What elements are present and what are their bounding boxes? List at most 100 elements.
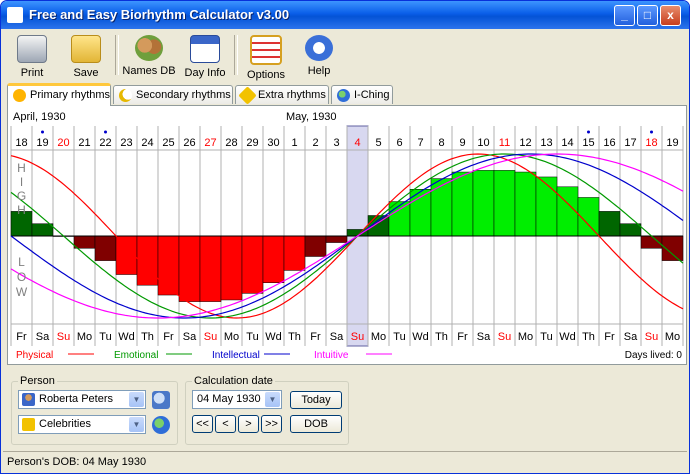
date-label: 5 bbox=[375, 137, 381, 149]
weekday-label: Wd bbox=[412, 331, 429, 343]
date-label: 17 bbox=[624, 137, 636, 149]
tab-label: I-Ching bbox=[354, 89, 390, 101]
names-db-button[interactable]: Names DB bbox=[121, 33, 177, 79]
help-icon bbox=[305, 35, 333, 61]
date-label: 18 bbox=[15, 137, 27, 149]
save-button[interactable]: Save bbox=[62, 33, 110, 79]
person-select[interactable]: Roberta Peters ▼ bbox=[18, 390, 146, 409]
person-group: Person Roberta Peters ▼ Celebrities ▼ bbox=[11, 375, 178, 445]
sun-icon bbox=[13, 89, 26, 102]
weekday-label: Su bbox=[645, 331, 658, 343]
weekday-label: Fr bbox=[310, 331, 321, 343]
high-label-letter: G bbox=[17, 189, 26, 203]
bar-day-13 bbox=[283, 235, 306, 271]
bar-day-23 bbox=[493, 170, 516, 237]
date-label: 3 bbox=[333, 137, 339, 149]
bar-day-25 bbox=[535, 176, 558, 237]
date-label: 8 bbox=[438, 137, 444, 149]
next-button[interactable]: > bbox=[238, 415, 259, 433]
event-dot bbox=[650, 130, 653, 134]
weekday-label: Sa bbox=[183, 331, 197, 343]
chevron-down-icon[interactable]: ▼ bbox=[129, 417, 144, 432]
maximize-button[interactable]: □ bbox=[637, 5, 658, 26]
weekday-label: Mo bbox=[518, 331, 533, 343]
low-label-letter: O bbox=[17, 270, 26, 284]
calendar-icon bbox=[190, 35, 220, 63]
web-icon[interactable] bbox=[152, 416, 170, 434]
category-select[interactable]: Celebrities ▼ bbox=[18, 415, 146, 434]
date-picker[interactable]: 04 May 1930 ▼ bbox=[192, 390, 282, 409]
minimize-button[interactable]: _ bbox=[614, 5, 635, 26]
legend-label-emotional: Emotional bbox=[114, 350, 158, 361]
checklist-icon bbox=[250, 35, 282, 65]
tab-i-ching[interactable]: I-Ching bbox=[331, 85, 393, 104]
weekday-label: Tu bbox=[540, 331, 552, 343]
moon-icon bbox=[119, 89, 132, 102]
dob-button[interactable]: DOB bbox=[290, 415, 342, 433]
options-label: Options bbox=[247, 69, 285, 81]
date-label: 22 bbox=[99, 137, 111, 149]
date-label: 4 bbox=[354, 137, 360, 149]
weekday-label: Wd bbox=[559, 331, 576, 343]
weekday-label: Sa bbox=[330, 331, 344, 343]
app-window: Free and Easy Biorhythm Calculator v3.00… bbox=[0, 0, 690, 474]
date-label: 15 bbox=[582, 137, 594, 149]
help-button[interactable]: Help bbox=[295, 33, 343, 79]
weekday-label: Th bbox=[288, 331, 301, 343]
date-label: 27 bbox=[204, 137, 216, 149]
bar-day-8 bbox=[178, 235, 201, 302]
chevron-down-icon[interactable]: ▼ bbox=[265, 392, 280, 407]
tab-primary-rhythms[interactable]: Primary rhythms bbox=[7, 83, 111, 106]
title-bar[interactable]: Free and Easy Biorhythm Calculator v3.00… bbox=[1, 1, 689, 29]
status-bar: Person's DOB: 04 May 1930 bbox=[3, 451, 687, 472]
tab-label: Primary rhythms bbox=[30, 89, 111, 101]
bar-day-21 bbox=[451, 171, 474, 237]
bar-day-11 bbox=[241, 235, 264, 294]
date-label: 23 bbox=[120, 137, 132, 149]
weekday-label: Mo bbox=[665, 331, 680, 343]
date-label: 19 bbox=[36, 137, 48, 149]
tab-secondary-rhythms[interactable]: Secondary rhythms bbox=[113, 85, 233, 104]
weekday-label: Th bbox=[141, 331, 154, 343]
bar-day-22 bbox=[472, 170, 495, 237]
bar-day-15 bbox=[325, 235, 348, 243]
date-label: 9 bbox=[459, 137, 465, 149]
print-label: Print bbox=[20, 67, 44, 79]
date-label: 20 bbox=[57, 137, 69, 149]
biorhythm-chart-panel[interactable]: April, 1930 May, 1930 18 19 20 21 22 23 24 25 26 27… bbox=[7, 105, 687, 365]
date-label: 6 bbox=[396, 137, 402, 149]
tab-extra-rhythms[interactable]: Extra rhythms bbox=[235, 85, 329, 105]
high-label-letter: H bbox=[17, 161, 26, 175]
today-button[interactable]: Today bbox=[290, 391, 342, 409]
help-label: Help bbox=[307, 65, 331, 77]
legend-label-intuitive: Intuitive bbox=[314, 350, 349, 361]
find-person-icon[interactable] bbox=[152, 391, 170, 409]
day-info-label: Day Info bbox=[184, 67, 226, 79]
weekday-label: Mo bbox=[371, 331, 386, 343]
weekday-label: Fr bbox=[163, 331, 174, 343]
weekday-label: Fr bbox=[604, 331, 615, 343]
first-button[interactable]: << bbox=[192, 415, 213, 433]
day-info-button[interactable]: Day Info bbox=[181, 33, 229, 79]
people-icon bbox=[135, 35, 163, 61]
weekday-label: Sa bbox=[624, 331, 638, 343]
last-button[interactable]: >> bbox=[261, 415, 282, 433]
weekday-label: Sa bbox=[477, 331, 491, 343]
month-label-right: May, 1930 bbox=[286, 111, 337, 123]
calculation-date-group: Calculation date 04 May 1930 ▼ Today << … bbox=[185, 375, 349, 445]
days-lived-label: Days lived: 0 bbox=[625, 350, 683, 361]
prev-button[interactable]: < bbox=[215, 415, 236, 433]
print-button[interactable]: Print bbox=[8, 33, 56, 79]
options-button[interactable]: Options bbox=[242, 33, 290, 81]
weekday-label: Th bbox=[582, 331, 595, 343]
biorhythm-chart[interactable]: April, 1930 May, 193018 19 20 21 22 23 24 25 26 27… bbox=[8, 106, 686, 364]
status-text: Person's DOB: 04 May 1930 bbox=[7, 456, 147, 468]
printer-icon bbox=[17, 35, 47, 63]
bar-day-20 bbox=[430, 178, 453, 237]
date-label: 30 bbox=[267, 137, 279, 149]
month-label-left: April, 1930 bbox=[13, 111, 66, 123]
chevron-down-icon[interactable]: ▼ bbox=[129, 392, 144, 407]
close-button[interactable]: x bbox=[660, 5, 681, 26]
person-value: Roberta Peters bbox=[39, 393, 113, 405]
date-label: 26 bbox=[183, 137, 195, 149]
